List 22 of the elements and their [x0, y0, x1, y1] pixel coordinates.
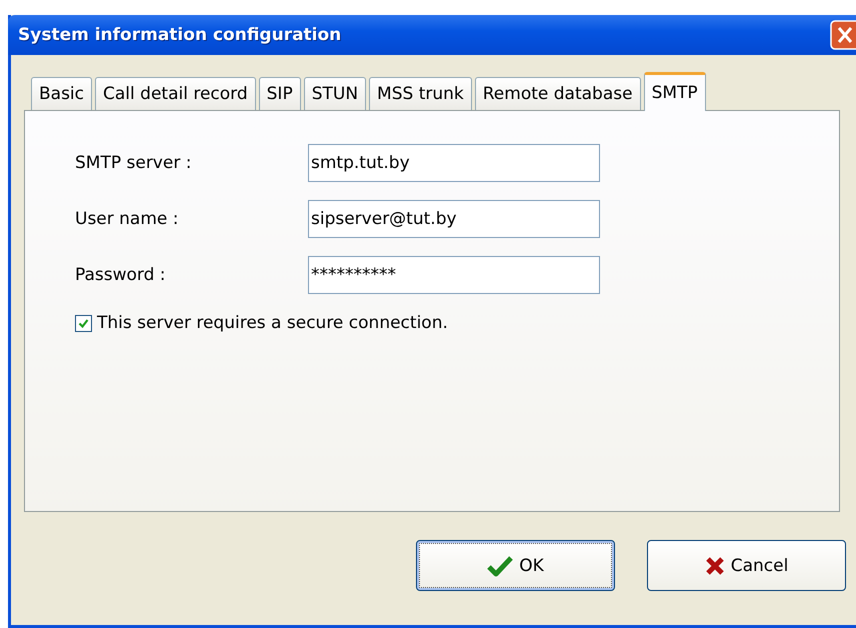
- input-field[interactable]: smtp.tut.by: [308, 144, 600, 182]
- tab[interactable]: MSS trunk: [369, 77, 472, 110]
- tab[interactable]: SMTP: [644, 72, 706, 111]
- checkbox[interactable]: [75, 314, 92, 332]
- tab[interactable]: Basic: [31, 77, 92, 110]
- window-title: System information configuration: [18, 25, 342, 45]
- input-field[interactable]: **********: [308, 256, 600, 294]
- tab[interactable]: Remote database: [474, 77, 641, 110]
- close-icon[interactable]: [830, 20, 856, 50]
- tab[interactable]: STUN: [304, 77, 366, 110]
- checkmark-icon: [78, 318, 89, 328]
- ok-button[interactable]: OK: [416, 540, 615, 591]
- checkmark-icon: [487, 554, 514, 576]
- checkbox-label: This server requires a secure connection.: [97, 313, 448, 333]
- field-label: Password :: [75, 265, 167, 285]
- cancel-button[interactable]: Cancel: [647, 540, 846, 591]
- field-label: User name :: [75, 209, 180, 229]
- tab[interactable]: SIP: [258, 77, 301, 110]
- input-field[interactable]: sipserver@tut.by: [308, 200, 600, 238]
- tab[interactable]: Call detail record: [95, 77, 256, 110]
- field-label: SMTP server :: [75, 153, 192, 173]
- cross-icon: [704, 556, 725, 576]
